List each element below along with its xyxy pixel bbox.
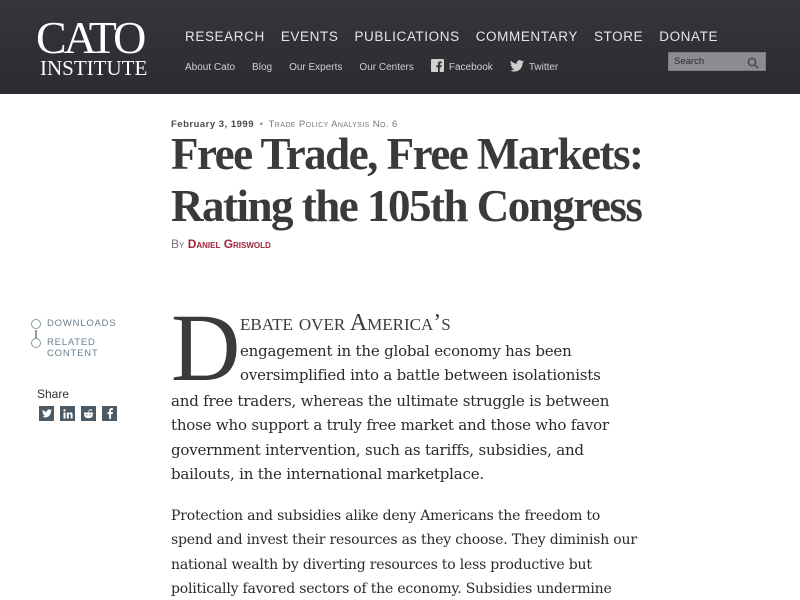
subnav-centers[interactable]: Our Centers xyxy=(359,62,413,73)
twitter-icon xyxy=(509,59,524,75)
lead-line: bailouts, in the international marketpla… xyxy=(171,465,484,483)
search-box xyxy=(668,52,766,71)
share-heading: Share xyxy=(37,387,70,401)
title-line-2: Rating the 105th Congress xyxy=(171,181,643,231)
sidebar-links: Downloads Related Content xyxy=(31,318,116,359)
title-line-1: Free Trade, Free Markets: xyxy=(171,129,644,179)
reddit-share-icon[interactable] xyxy=(81,406,96,421)
circle-icon xyxy=(31,338,41,348)
nav-publications[interactable]: PUBLICATIONS xyxy=(354,29,459,44)
twitter-share-icon[interactable] xyxy=(39,406,54,421)
lead-line: government intervention, such as tariffs… xyxy=(171,441,584,459)
logo-wordmark-bottom: INSTITUTE xyxy=(40,56,148,80)
related-content-link[interactable]: Related Content xyxy=(31,337,116,359)
magnifier-icon[interactable] xyxy=(747,56,759,69)
paragraph-line: spend and invest their resources as they… xyxy=(171,532,637,548)
subnav-twitter-label: Twitter xyxy=(528,61,559,73)
paragraph-line: national wealth by diverting resources t… xyxy=(171,557,592,573)
nav-research[interactable]: RESEARCH xyxy=(185,29,265,44)
facebook-icon xyxy=(430,59,444,75)
paragraph-line: Protection and subsidies alike deny Amer… xyxy=(171,508,601,524)
related-label-2: Content xyxy=(47,348,99,359)
linkedin-share-icon[interactable] xyxy=(60,406,75,421)
subnav-experts[interactable]: Our Experts xyxy=(289,62,342,73)
logo-wordmark-top: CATO xyxy=(36,12,146,63)
lead-line: oversimplified into a battle between iso… xyxy=(240,366,601,384)
nav-commentary[interactable]: COMMENTARY xyxy=(476,29,578,44)
lead-line: those who support a truly free market an… xyxy=(171,416,609,434)
facebook-share-icon[interactable] xyxy=(102,406,117,421)
main-nav: RESEARCH EVENTS PUBLICATIONS COMMENTARY … xyxy=(185,29,734,44)
sub-nav: About Cato Blog Our Experts Our Centers … xyxy=(185,59,575,75)
paragraph-line: politically favored sectors of the econo… xyxy=(171,581,612,597)
byline-prefix: By xyxy=(171,237,185,251)
drop-cap: D xyxy=(171,294,241,401)
author-link[interactable]: Daniel Griswold xyxy=(188,237,271,251)
subnav-facebook-label: Facebook xyxy=(448,61,493,73)
share-icons xyxy=(39,406,117,421)
lead-line: and free traders, whereas the ultimate s… xyxy=(171,392,610,410)
nav-store[interactable]: STORE xyxy=(594,29,643,44)
downloads-label: Downloads xyxy=(47,318,117,329)
subnav-facebook[interactable]: Facebook xyxy=(430,59,493,75)
downloads-link[interactable]: Downloads xyxy=(31,318,116,329)
circle-icon xyxy=(31,319,41,329)
subnav-blog[interactable]: Blog xyxy=(252,62,272,73)
subnav-twitter[interactable]: Twitter xyxy=(509,59,559,75)
subnav-about[interactable]: About Cato xyxy=(185,62,235,73)
page-title: Free Trade, Free Markets: Rating the 105… xyxy=(171,128,671,232)
lead-line: engagement in the global economy has bee… xyxy=(240,342,572,360)
site-header: CATO INSTITUTE RESEARCH EVENTS PUBLICATI… xyxy=(0,0,800,94)
lead-first-line: ebate over America’s xyxy=(240,310,451,336)
nav-events[interactable]: EVENTS xyxy=(281,29,339,44)
related-label-1: Related xyxy=(47,337,96,348)
nav-donate[interactable]: DONATE xyxy=(659,29,718,44)
search-input[interactable] xyxy=(669,53,747,70)
cato-logo[interactable]: CATO INSTITUTE xyxy=(36,12,148,80)
byline: By Daniel Griswold xyxy=(171,237,271,251)
